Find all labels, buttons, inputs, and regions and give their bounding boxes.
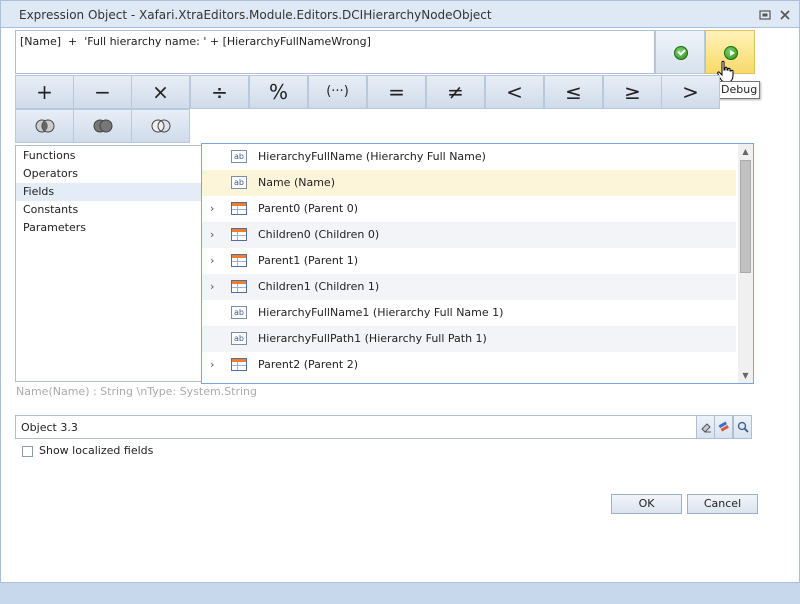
chevron-right-icon[interactable]: ›	[210, 248, 214, 274]
object-field[interactable]: Object 3.3	[15, 415, 697, 439]
search-button[interactable]	[733, 415, 752, 439]
list-item[interactable]: ab HierarchyFullName1 (Hierarchy Full Na…	[202, 300, 736, 326]
search-icon	[737, 421, 749, 433]
expression-editor[interactable]: [Name] + 'Full hierarchy name: ' + [Hier…	[15, 30, 655, 74]
fields-list: ab HierarchyFullName (Hierarchy Full Nam…	[201, 143, 754, 384]
greater-than-button[interactable]: >	[661, 75, 720, 109]
field-label: Children0 (Children 0)	[258, 228, 380, 241]
list-item[interactable]: › Parent1 (Parent 1)	[202, 248, 736, 274]
minus-button[interactable]: −	[73, 75, 132, 109]
field-label: HierarchyFullPath1 (Hierarchy Full Path …	[258, 332, 487, 345]
category-functions[interactable]: Functions	[16, 147, 201, 165]
text-field-icon: ab	[231, 176, 247, 189]
list-item[interactable]: › Parent2 (Parent 2)	[202, 352, 736, 378]
scroll-up-icon[interactable]: ▲	[738, 144, 753, 159]
field-label: HierarchyFullName (Hierarchy Full Name)	[258, 150, 486, 163]
not-equals-button[interactable]: ≠	[426, 75, 485, 109]
venn-intersect-icon	[35, 119, 55, 133]
category-operators[interactable]: Operators	[16, 165, 201, 183]
equals-button[interactable]: =	[367, 75, 426, 109]
less-or-equal-button[interactable]: ≤	[544, 75, 603, 109]
vertical-scrollbar[interactable]: ▲ ▼	[738, 144, 753, 383]
clear-icon	[718, 421, 729, 432]
plus-button[interactable]: +	[15, 75, 74, 109]
modulo-button[interactable]: %	[249, 75, 308, 109]
category-parameters[interactable]: Parameters	[16, 219, 201, 237]
list-item[interactable]: › Children0 (Children 0)	[202, 222, 736, 248]
table-icon	[231, 202, 247, 215]
field-label: Children1 (Children 1)	[258, 280, 380, 293]
table-icon	[231, 280, 247, 293]
text-field-icon: ab	[231, 306, 247, 319]
scrollbar-thumb[interactable]	[740, 160, 751, 273]
or-button[interactable]	[73, 109, 132, 143]
category-fields[interactable]: Fields	[16, 183, 201, 201]
chevron-right-icon[interactable]: ›	[210, 352, 214, 378]
venn-union-icon	[93, 119, 113, 133]
not-button[interactable]	[131, 109, 190, 143]
category-constants[interactable]: Constants	[16, 201, 201, 219]
table-icon	[231, 254, 247, 267]
debug-tooltip: Debug	[716, 81, 760, 99]
text-field-icon: ab	[231, 332, 247, 345]
title-bar: Expression Object - Xafari.XtraEditors.M…	[0, 0, 800, 28]
list-item[interactable]: ab HierarchyFullPath1 (Hierarchy Full Pa…	[202, 326, 736, 352]
table-icon	[231, 228, 247, 241]
validate-button[interactable]	[655, 30, 705, 74]
chevron-right-icon[interactable]: ›	[210, 222, 214, 248]
play-circle-icon	[724, 46, 738, 60]
window-title: Expression Object - Xafari.XtraEditors.M…	[19, 8, 492, 22]
scroll-down-icon[interactable]: ▼	[738, 368, 753, 383]
chevron-right-icon[interactable]: ›	[210, 274, 214, 300]
eraser-button[interactable]	[696, 415, 715, 439]
category-list: Functions Operators Fields Constants Par…	[15, 145, 202, 382]
field-description: Name(Name) : String \nType: System.Strin…	[16, 385, 258, 398]
field-label: Parent1 (Parent 1)	[258, 254, 358, 267]
less-than-button[interactable]: <	[485, 75, 544, 109]
chevron-right-icon[interactable]: ›	[210, 196, 214, 222]
and-button[interactable]	[15, 109, 74, 143]
field-label: Parent2 (Parent 2)	[258, 358, 358, 371]
list-item[interactable]: ab HierarchyFullName (Hierarchy Full Nam…	[202, 144, 736, 170]
multiply-button[interactable]: ×	[131, 75, 190, 109]
divide-button[interactable]: ÷	[190, 75, 249, 109]
check-circle-icon	[674, 46, 688, 60]
table-icon	[231, 358, 247, 371]
close-icon[interactable]	[779, 9, 791, 21]
clear-button[interactable]	[714, 415, 733, 439]
list-item[interactable]: ab Name (Name)	[202, 170, 736, 196]
field-label: HierarchyFullName1 (Hierarchy Full Name …	[258, 306, 504, 319]
venn-except-icon	[151, 119, 171, 133]
greater-or-equal-button[interactable]: ≥	[603, 75, 662, 109]
status-bar	[0, 582, 800, 604]
text-field-icon: ab	[231, 150, 247, 163]
list-item[interactable]: › Children1 (Children 1)	[202, 274, 736, 300]
cancel-button[interactable]: Cancel	[687, 494, 758, 514]
show-localized-checkbox[interactable]	[22, 446, 33, 457]
field-label: Name (Name)	[258, 176, 335, 189]
ok-button[interactable]: OK	[611, 494, 682, 514]
list-item[interactable]: › Parent0 (Parent 0)	[202, 196, 736, 222]
show-localized-label: Show localized fields	[39, 444, 154, 457]
field-label: Parent0 (Parent 0)	[258, 202, 358, 215]
restore-icon[interactable]	[759, 9, 771, 21]
eraser-icon	[700, 423, 711, 433]
parentheses-button[interactable]: (···)	[308, 75, 367, 109]
